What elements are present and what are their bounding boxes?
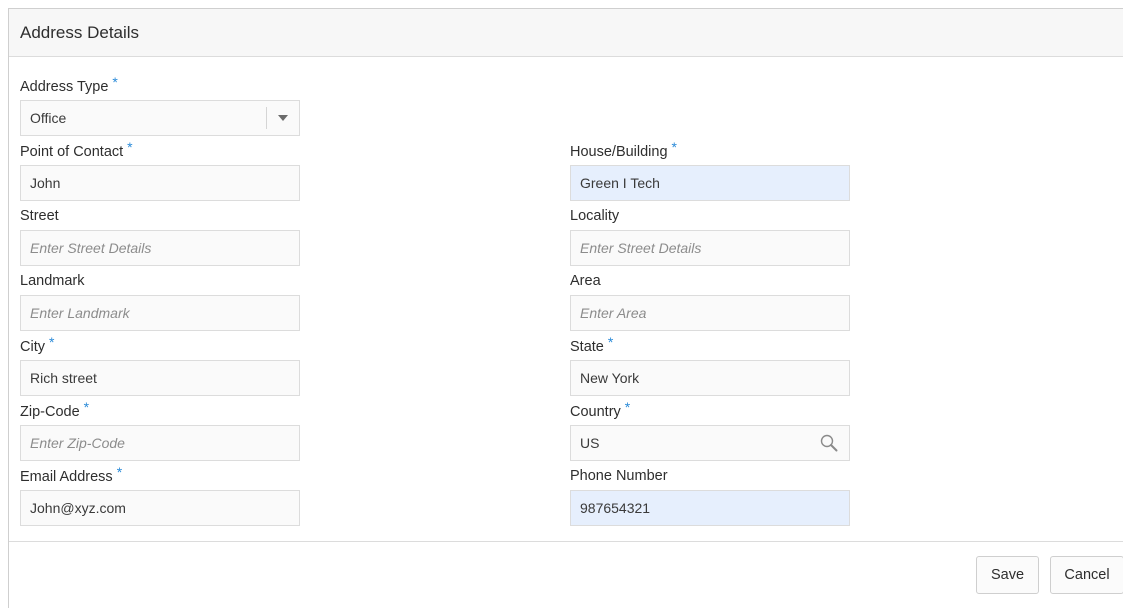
house-building-input[interactable]: Green I Tech bbox=[570, 165, 850, 201]
zip-code-label: Zip-Code * bbox=[20, 399, 90, 420]
zip-code-input[interactable]: Enter Zip-Code bbox=[20, 425, 300, 461]
city-label: City * bbox=[20, 334, 55, 355]
city-input[interactable]: Rich street bbox=[20, 360, 300, 396]
required-marker: * bbox=[48, 334, 55, 350]
cancel-button[interactable]: Cancel bbox=[1050, 556, 1123, 594]
search-icon[interactable] bbox=[819, 433, 839, 453]
phone-number-label: Phone Number bbox=[570, 468, 668, 484]
dialog-title: Address Details bbox=[20, 22, 140, 42]
state-label: State * bbox=[570, 334, 614, 355]
footer-divider bbox=[9, 541, 1123, 542]
area-label: Area bbox=[570, 273, 601, 289]
required-marker: * bbox=[127, 139, 133, 155]
required-marker: * bbox=[116, 464, 123, 480]
email-address-label: Email Address * bbox=[20, 464, 123, 485]
chevron-down-icon bbox=[278, 115, 288, 121]
required-marker: * bbox=[83, 399, 90, 415]
point-of-contact-input[interactable]: John bbox=[20, 165, 300, 201]
required-marker: * bbox=[624, 399, 631, 415]
area-input[interactable]: Enter Area bbox=[570, 295, 850, 331]
dialog-header: Address Details bbox=[9, 9, 1123, 57]
country-label: Country * bbox=[570, 399, 631, 420]
state-input[interactable]: New York bbox=[570, 360, 850, 396]
dropdown-toggle[interactable] bbox=[266, 107, 299, 129]
required-marker: * bbox=[112, 74, 118, 90]
point-of-contact-label: Point of Contact * bbox=[20, 139, 133, 160]
street-input[interactable]: Enter Street Details bbox=[20, 230, 300, 266]
landmark-input[interactable]: Enter Landmark bbox=[20, 295, 300, 331]
address-type-label: Address Type * bbox=[20, 74, 118, 95]
save-button[interactable]: Save bbox=[976, 556, 1039, 594]
house-building-label: House/Building * bbox=[570, 139, 677, 160]
locality-input[interactable]: Enter Street Details bbox=[570, 230, 850, 266]
email-address-input[interactable]: John@xyz.com bbox=[20, 490, 300, 526]
landmark-label: Landmark bbox=[20, 273, 85, 289]
phone-number-input[interactable]: 987654321 bbox=[570, 490, 850, 526]
country-input[interactable]: US bbox=[570, 425, 850, 461]
street-label: Street bbox=[20, 208, 59, 224]
required-marker: * bbox=[671, 139, 677, 155]
required-marker: * bbox=[607, 334, 614, 350]
locality-label: Locality bbox=[570, 208, 620, 224]
address-type-select[interactable]: Office bbox=[20, 100, 300, 136]
address-details-dialog: Address Details Address Type * Office Poi… bbox=[8, 8, 1123, 608]
